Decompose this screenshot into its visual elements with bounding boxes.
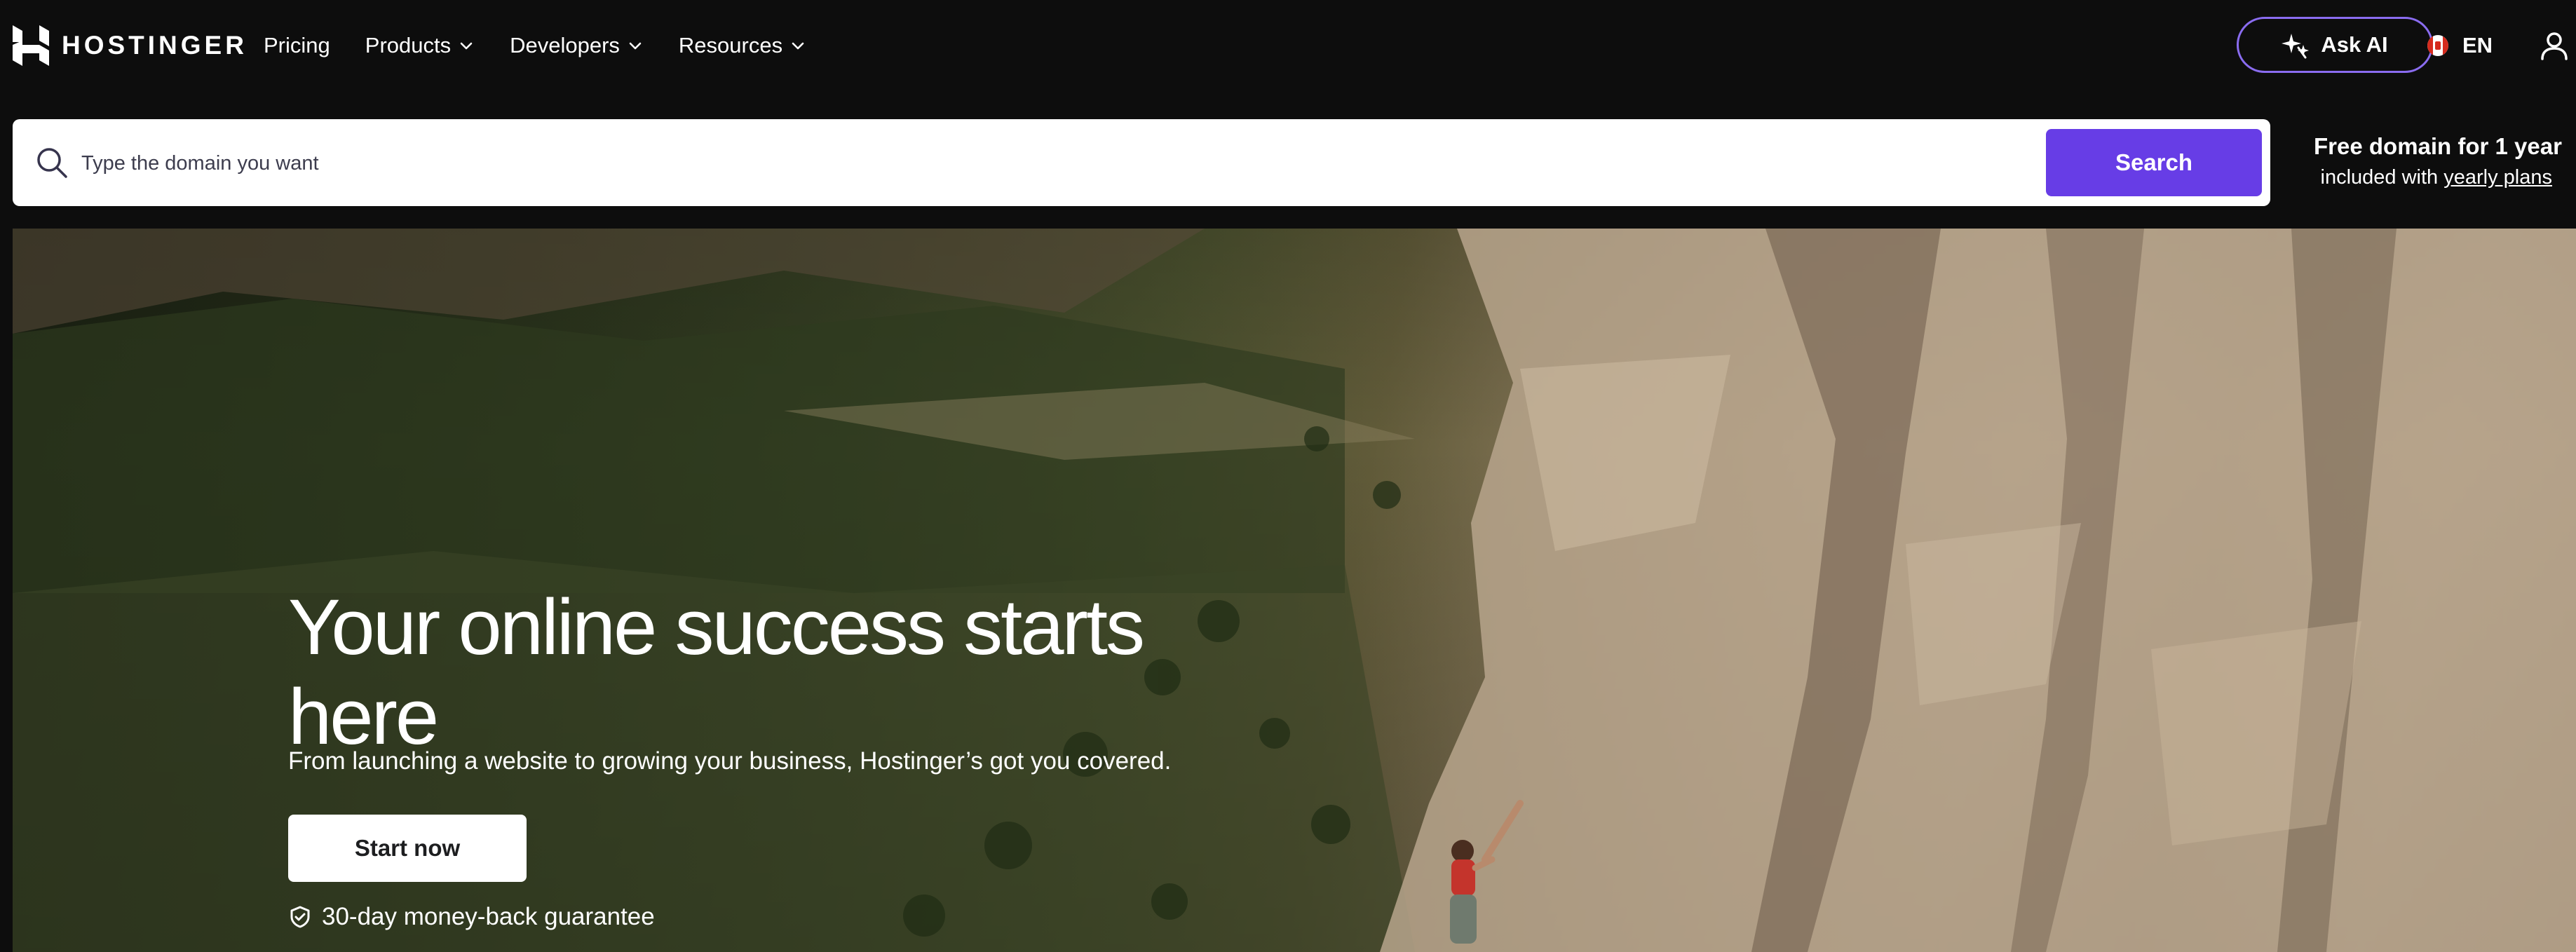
ask-ai-button[interactable]: Ask AI <box>2237 17 2433 73</box>
guarantee-text: 30-day money-back guarantee <box>322 903 655 930</box>
nav-item-developers[interactable]: Developers <box>510 33 644 58</box>
logo[interactable]: HOSTINGER <box>13 25 248 66</box>
nav-item-label: Developers <box>510 33 620 57</box>
search-icon <box>37 148 67 178</box>
hero-section: Your online success starts here From lau… <box>13 229 2576 952</box>
shield-check-icon <box>290 906 310 928</box>
nav-item-label: Pricing <box>264 33 330 57</box>
hostinger-logo-icon <box>13 25 49 66</box>
nav-item-pricing[interactable]: Pricing <box>264 33 330 58</box>
promo-sub-prefix: included with <box>2320 166 2444 189</box>
chevron-down-icon <box>460 42 473 50</box>
brand-name: HOSTINGER <box>62 31 248 60</box>
yearly-plans-link[interactable]: yearly plans <box>2443 166 2552 189</box>
promo-subtitle: included with yearly plans <box>2314 163 2552 192</box>
start-now-button[interactable]: Start now <box>288 815 527 882</box>
nav-item-resources[interactable]: Resources <box>679 33 806 58</box>
chevron-down-icon <box>792 42 804 50</box>
nav-item-label: Products <box>365 33 452 57</box>
user-icon[interactable] <box>2538 29 2570 62</box>
page: HOSTINGER Pricing Products Developers Re… <box>0 0 2576 952</box>
domain-search-bar: Search <box>13 119 2270 206</box>
canada-flag-icon <box>2427 35 2448 56</box>
hero-title: Your online success starts here <box>288 583 1145 761</box>
chevron-down-icon <box>629 42 642 50</box>
search-button[interactable]: Search <box>2046 129 2262 196</box>
free-domain-promo: Free domain for 1 year included with yea… <box>2314 130 2562 192</box>
hero-subtitle: From launching a website to growing your… <box>288 747 1172 775</box>
sparkle-icon <box>2282 34 2310 59</box>
nav-item-label: Resources <box>678 33 783 57</box>
language-label: EN <box>2462 33 2493 57</box>
main-nav: Pricing Products Developers Resources <box>264 28 841 63</box>
top-navigation: HOSTINGER Pricing Products Developers Re… <box>0 0 2576 91</box>
promo-title: Free domain for 1 year <box>2314 133 2562 159</box>
ask-ai-label: Ask AI <box>2321 32 2388 57</box>
language-selector[interactable]: EN <box>2427 28 2493 63</box>
money-back-guarantee: 30-day money-back guarantee <box>288 902 655 932</box>
nav-item-products[interactable]: Products <box>365 33 475 58</box>
domain-search-input[interactable] <box>80 135 2046 192</box>
